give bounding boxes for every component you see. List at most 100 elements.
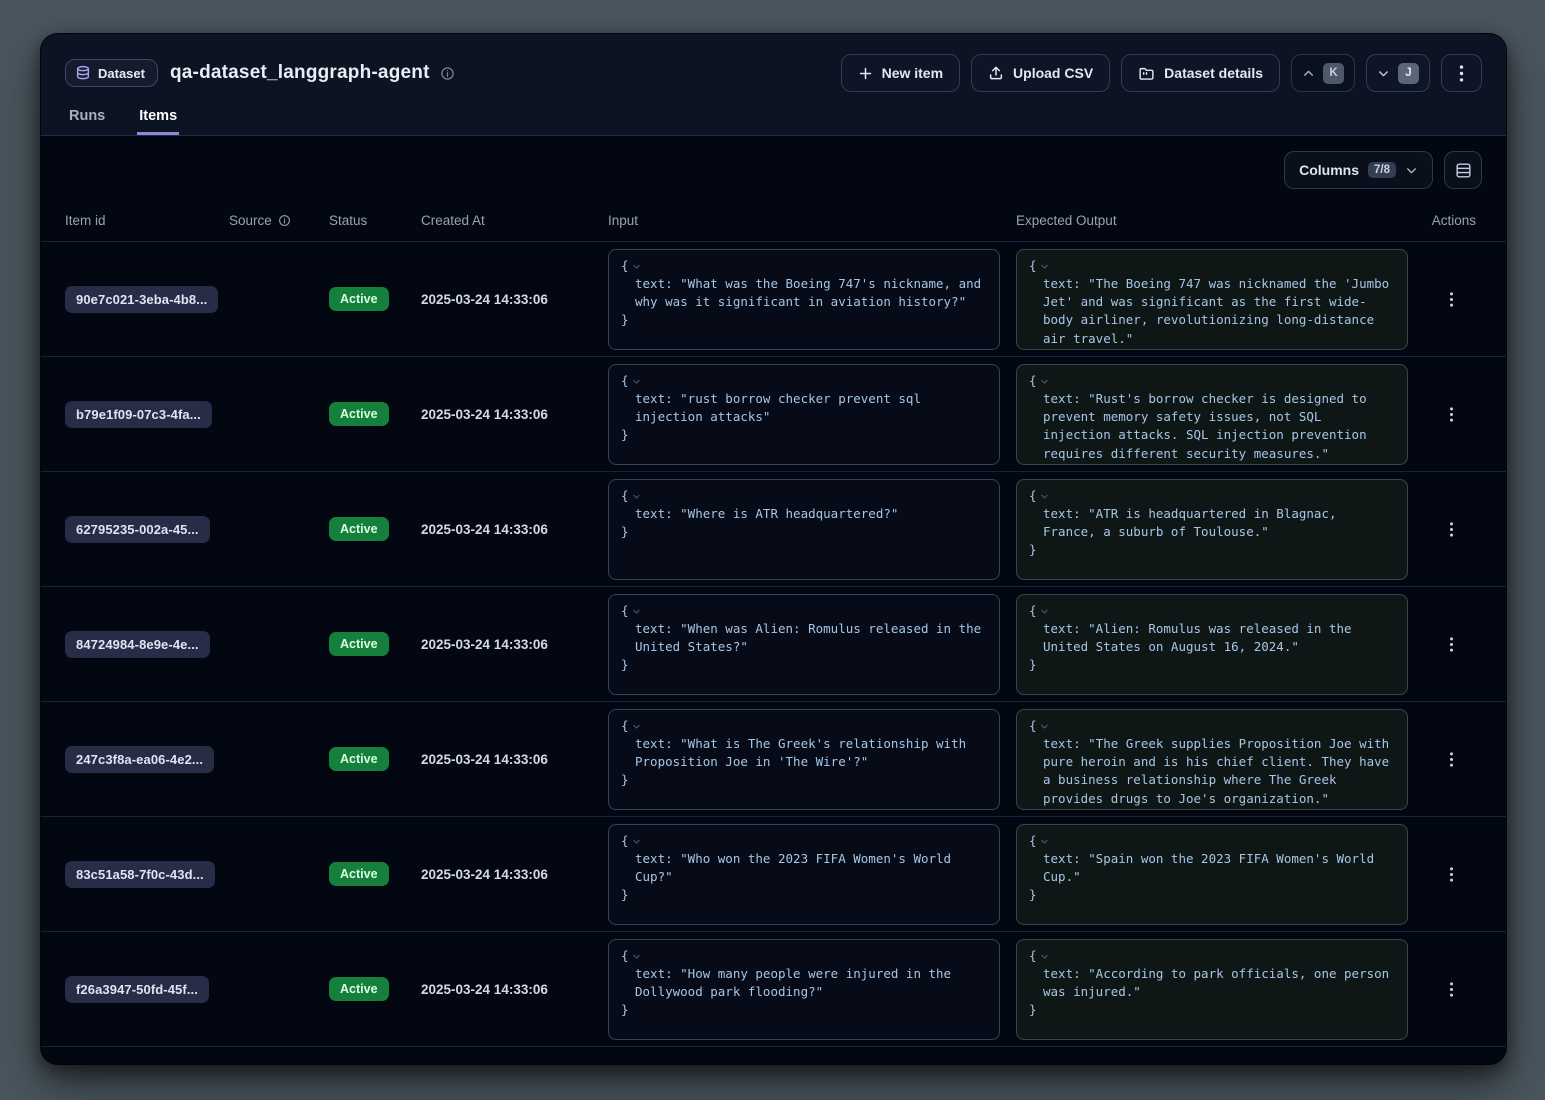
expected-json-box[interactable]: { text: "The Greek supplies Proposition … xyxy=(1016,709,1408,810)
input-json-text: text: "When was Alien: Romulus released … xyxy=(621,620,987,657)
item-id-badge[interactable]: 247c3f8a-ea06-4e2... xyxy=(65,746,214,773)
status-cell: Active xyxy=(329,402,421,426)
item-id-badge[interactable]: f26a3947-50fd-45f... xyxy=(65,976,209,1003)
new-item-button[interactable]: New item xyxy=(841,54,960,92)
collapse-chevron-icon[interactable] xyxy=(1040,607,1049,616)
columns-label: Columns xyxy=(1299,162,1359,178)
collapse-chevron-icon[interactable] xyxy=(1040,722,1049,731)
header-more-menu-button[interactable] xyxy=(1441,54,1482,92)
item-id-badge[interactable]: 84724984-8e9e-4e... xyxy=(65,631,210,658)
input-json-box[interactable]: { text: "Where is ATR headquartered?" } xyxy=(608,479,1000,580)
input-json-box[interactable]: { text: "How many people were injured in… xyxy=(608,939,1000,1040)
close-brace: } xyxy=(1029,656,1395,674)
table-body: 90e7c021-3eba-4b8... Active 2025-03-24 1… xyxy=(41,242,1506,1047)
input-json-box[interactable]: { text: "What is The Greek's relationshi… xyxy=(608,709,1000,810)
table-row: f26a3947-50fd-45f... Active 2025-03-24 1… xyxy=(41,932,1506,1047)
expected-json-box[interactable]: { text: "ATR is headquartered in Blagnac… xyxy=(1016,479,1408,580)
tab-items[interactable]: Items xyxy=(137,108,179,135)
expected-json-box[interactable]: { text: "According to park officials, on… xyxy=(1016,939,1408,1040)
created-at: 2025-03-24 14:33:06 xyxy=(421,292,608,307)
upload-csv-button[interactable]: Upload CSV xyxy=(971,54,1110,92)
status-cell: Active xyxy=(329,747,421,771)
status-cell: Active xyxy=(329,862,421,886)
row-actions-button[interactable] xyxy=(1438,746,1464,772)
next-item-button[interactable]: J xyxy=(1366,54,1430,92)
collapse-chevron-icon[interactable] xyxy=(1040,377,1049,386)
expected-json-box[interactable]: { text: "Spain won the 2023 FIFA Women's… xyxy=(1016,824,1408,925)
table-row: 84724984-8e9e-4e... Active 2025-03-24 14… xyxy=(41,587,1506,702)
header-row: Dataset qa-dataset_langgraph-agent New i… xyxy=(41,34,1506,92)
open-brace: { xyxy=(621,487,629,505)
row-actions-button[interactable] xyxy=(1438,631,1464,657)
item-id-badge[interactable]: 62795235-002a-45... xyxy=(65,516,210,543)
key-badge-k: K xyxy=(1323,63,1344,84)
close-brace: } xyxy=(621,523,987,541)
row-height-button[interactable] xyxy=(1444,151,1482,189)
collapse-chevron-icon[interactable] xyxy=(632,722,641,731)
collapse-chevron-icon[interactable] xyxy=(632,377,641,386)
collapse-chevron-icon[interactable] xyxy=(1040,492,1049,501)
actions-cell xyxy=(1424,516,1482,542)
close-brace: } xyxy=(621,1001,987,1019)
upload-icon xyxy=(988,65,1004,81)
item-id-badge[interactable]: 83c51a58-7f0c-43d... xyxy=(65,861,215,888)
tab-runs[interactable]: Runs xyxy=(67,108,107,135)
input-json-box[interactable]: { text: "rust borrow checker prevent sql… xyxy=(608,364,1000,465)
open-brace: { xyxy=(621,717,629,735)
expected-output-cell: { text: "Rust's borrow checker is design… xyxy=(1016,364,1424,465)
chevron-down-icon xyxy=(1377,67,1390,80)
actions-cell xyxy=(1424,286,1482,312)
table-header: Item id Source Status Created At Input E… xyxy=(41,200,1506,242)
expected-output-cell: { text: "According to park officials, on… xyxy=(1016,939,1424,1040)
expected-json-text: text: "Alien: Romulus was released in th… xyxy=(1029,620,1395,657)
expected-json-box[interactable]: { text: "Rust's borrow checker is design… xyxy=(1016,364,1408,465)
collapse-chevron-icon[interactable] xyxy=(1040,952,1049,961)
input-json-text: text: "Where is ATR headquartered?" xyxy=(621,505,987,523)
input-json-box[interactable]: { text: "What was the Boeing 747's nickn… xyxy=(608,249,1000,350)
collapse-chevron-icon[interactable] xyxy=(1040,837,1049,846)
row-actions-button[interactable] xyxy=(1438,976,1464,1002)
table-row: 83c51a58-7f0c-43d... Active 2025-03-24 1… xyxy=(41,817,1506,932)
close-brace: } xyxy=(1029,808,1395,810)
chevron-down-icon xyxy=(1405,164,1418,177)
row-actions-button[interactable] xyxy=(1438,516,1464,542)
input-json-box[interactable]: { text: "Who won the 2023 FIFA Women's W… xyxy=(608,824,1000,925)
item-id-badge[interactable]: 90e7c021-3eba-4b8... xyxy=(65,286,218,313)
input-cell: { text: "Where is ATR headquartered?" } xyxy=(608,479,1016,580)
collapse-chevron-icon[interactable] xyxy=(632,492,641,501)
row-actions-button[interactable] xyxy=(1438,286,1464,312)
item-id-cell: f26a3947-50fd-45f... xyxy=(65,976,229,1003)
upload-csv-label: Upload CSV xyxy=(1013,65,1093,81)
columns-button[interactable]: Columns 7/8 xyxy=(1284,151,1433,189)
input-json-text: text: "rust borrow checker prevent sql i… xyxy=(621,390,987,427)
input-json-text: text: "What was the Boeing 747's nicknam… xyxy=(621,275,987,312)
item-id-badge[interactable]: b79e1f09-07c3-4fa... xyxy=(65,401,212,428)
new-item-label: New item xyxy=(882,65,943,81)
dataset-badge: Dataset xyxy=(65,59,158,87)
table-toolbar: Columns 7/8 xyxy=(41,136,1506,200)
created-at: 2025-03-24 14:33:06 xyxy=(421,982,608,997)
expected-json-box[interactable]: { text: "Alien: Romulus was released in … xyxy=(1016,594,1408,695)
collapse-chevron-icon[interactable] xyxy=(632,607,641,616)
dataset-details-label: Dataset details xyxy=(1164,65,1263,81)
created-at: 2025-03-24 14:33:06 xyxy=(421,637,608,652)
col-header-source: Source xyxy=(229,213,329,228)
collapse-chevron-icon[interactable] xyxy=(632,837,641,846)
open-brace: { xyxy=(621,602,629,620)
collapse-chevron-icon[interactable] xyxy=(1040,262,1049,271)
close-brace: } xyxy=(1029,1001,1395,1019)
title-info-icon[interactable] xyxy=(440,66,455,81)
row-actions-button[interactable] xyxy=(1438,861,1464,887)
expected-json-box[interactable]: { text: "The Boeing 747 was nicknamed th… xyxy=(1016,249,1408,350)
source-info-icon[interactable] xyxy=(278,214,291,227)
col-header-actions: Actions xyxy=(1424,213,1482,228)
input-json-text: text: "How many people were injured in t… xyxy=(621,965,987,1002)
dataset-details-button[interactable]: Dataset details xyxy=(1121,54,1280,92)
close-brace: } xyxy=(1029,886,1395,904)
row-actions-button[interactable] xyxy=(1438,401,1464,427)
collapse-chevron-icon[interactable] xyxy=(632,952,641,961)
input-json-box[interactable]: { text: "When was Alien: Romulus release… xyxy=(608,594,1000,695)
expected-json-text: text: "The Greek supplies Proposition Jo… xyxy=(1029,735,1395,808)
prev-item-button[interactable]: K xyxy=(1291,54,1355,92)
collapse-chevron-icon[interactable] xyxy=(632,262,641,271)
